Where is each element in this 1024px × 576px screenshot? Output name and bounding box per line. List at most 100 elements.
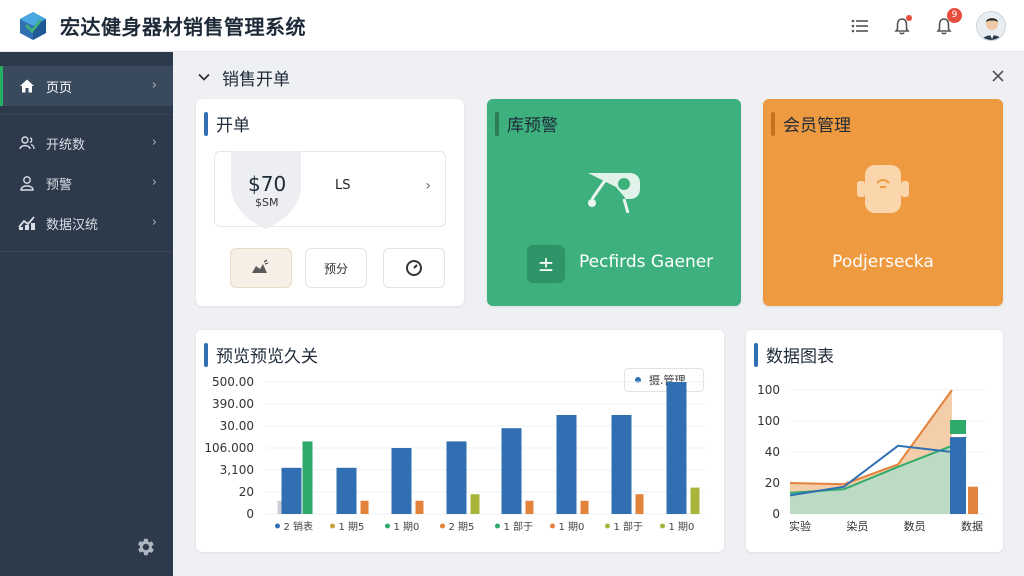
bar bbox=[635, 494, 644, 514]
member-card[interactable]: 会员管理 Podjersecka bbox=[763, 99, 1003, 306]
sidebar-item-label: 开统数 bbox=[46, 137, 86, 153]
bar bbox=[968, 486, 978, 514]
sidebar-item-label: 页页 bbox=[46, 80, 73, 96]
x-tick-dot bbox=[275, 523, 280, 529]
chevron-right-icon: › bbox=[151, 135, 157, 150]
bar bbox=[302, 441, 313, 514]
x-tick-dot bbox=[385, 523, 390, 529]
x-tick-dot bbox=[660, 523, 665, 529]
app-logo bbox=[20, 11, 46, 40]
x-tick-dot bbox=[330, 523, 335, 529]
y-tick-label: 20 bbox=[239, 485, 254, 499]
y-tick-label: 20 bbox=[765, 476, 780, 490]
sports-equipment-icon bbox=[588, 173, 640, 213]
order-price: $70 bbox=[248, 172, 287, 196]
divider bbox=[0, 114, 173, 115]
order-card: 开单 $70 $SM LS › 预分 bbox=[196, 99, 464, 306]
user-icon bbox=[18, 174, 36, 192]
sidebar-item-label: 预警 bbox=[46, 177, 73, 193]
gear-icon[interactable] bbox=[134, 536, 156, 558]
sidebar: 页页 › 开统数 › 预警 › 数据汉统 › bbox=[0, 52, 173, 576]
chevron-down-icon[interactable] bbox=[196, 69, 212, 85]
card-title: 会员管理 bbox=[771, 111, 851, 136]
gauge-icon bbox=[406, 260, 422, 276]
y-tick-label: 100 bbox=[757, 383, 780, 397]
x-tick-label: 2 期5 bbox=[449, 521, 475, 533]
bar bbox=[415, 500, 424, 514]
x-tick-label: 实验 bbox=[789, 519, 811, 533]
x-tick-label: 1 期0 bbox=[669, 521, 695, 533]
sidebar-item-stats[interactable]: 开统数 › bbox=[0, 123, 173, 163]
notification-badge: 9 bbox=[947, 8, 962, 23]
bar bbox=[360, 500, 369, 514]
cart-icon bbox=[252, 259, 269, 273]
y-tick-label: 0 bbox=[246, 507, 254, 521]
bar bbox=[501, 428, 522, 514]
card-title: 库预警 bbox=[495, 111, 558, 136]
sidebar-item-alert[interactable]: 预警 › bbox=[0, 163, 173, 203]
order-summary[interactable]: $70 $SM LS › bbox=[214, 151, 446, 229]
alert-bell-icon[interactable]: 9 bbox=[934, 8, 962, 36]
bar bbox=[446, 441, 467, 514]
stock-alert-label: Pecfirds Gaener bbox=[579, 252, 714, 272]
y-tick-label: 0 bbox=[772, 507, 780, 521]
bar bbox=[525, 500, 534, 514]
y-tick-label: 40 bbox=[765, 445, 780, 459]
bar bbox=[277, 500, 282, 514]
bar bbox=[690, 487, 700, 514]
bar bbox=[336, 467, 357, 514]
data-icon bbox=[18, 214, 36, 232]
divider bbox=[0, 251, 173, 252]
split-button[interactable]: 预分 bbox=[305, 248, 367, 288]
x-tick-dot bbox=[440, 523, 445, 529]
x-tick-label: 2 销表 bbox=[284, 520, 314, 533]
y-tick-label: 30.00 bbox=[220, 419, 254, 433]
list-icon[interactable] bbox=[850, 16, 870, 36]
order-label: LS bbox=[335, 178, 351, 193]
card-title: 开单 bbox=[204, 111, 250, 136]
page-title: 销售开单 bbox=[222, 69, 290, 90]
x-tick-label: 数员 bbox=[904, 520, 926, 533]
home-icon bbox=[18, 77, 36, 95]
x-tick-label: 数据 bbox=[961, 519, 983, 533]
bar bbox=[611, 415, 632, 514]
bar-chart: 500.00 390.00 30.00 106.000 3,100 20 0 2 销表 1 期5… bbox=[204, 375, 706, 533]
bar-chart-card: 预览预览久关 摄.管理 500.00 390.00 30.00 106.000 3,10… bbox=[196, 330, 724, 552]
sidebar-item-data[interactable]: 数据汉统 › bbox=[0, 203, 173, 243]
area-chart-card: 数据图表 100 100 40 20 0 实验 染员 数员 数据 bbox=[746, 330, 1003, 552]
x-tick-label: 染员 bbox=[846, 519, 868, 533]
app-title: 宏达健身器材销售管理系统 bbox=[60, 15, 306, 39]
x-tick-label: 1 部于 bbox=[504, 520, 534, 533]
notification-dot bbox=[906, 15, 912, 21]
chevron-right-icon: › bbox=[151, 78, 157, 93]
bar bbox=[950, 437, 966, 514]
sidebar-item-home[interactable]: 页页 › bbox=[0, 66, 173, 106]
x-tick-dot bbox=[605, 523, 610, 529]
cart-button[interactable] bbox=[230, 248, 292, 288]
page-header: 销售开单 bbox=[190, 62, 1016, 92]
close-icon[interactable] bbox=[990, 68, 1006, 84]
y-tick-label: 500.00 bbox=[212, 375, 254, 389]
chevron-right-icon: › bbox=[425, 178, 431, 194]
bell-icon[interactable] bbox=[892, 15, 912, 36]
bar bbox=[391, 448, 412, 514]
bar bbox=[281, 467, 302, 514]
y-tick-label: 106.000 bbox=[204, 441, 254, 455]
plus-minus-icon[interactable]: ± bbox=[527, 245, 565, 283]
member-label: Podjersecka bbox=[832, 252, 934, 272]
avatar[interactable] bbox=[976, 11, 1006, 41]
gauge-button[interactable] bbox=[383, 248, 445, 288]
stock-alert-card[interactable]: 库预警 ± Pecfirds Gaener bbox=[487, 99, 741, 306]
x-tick-label: 1 期5 bbox=[339, 521, 365, 533]
chevron-right-icon: › bbox=[151, 215, 157, 230]
bar bbox=[556, 415, 577, 514]
users-icon bbox=[18, 134, 36, 152]
x-tick-dot bbox=[550, 523, 555, 529]
order-price-sub: $SM bbox=[255, 196, 279, 209]
x-tick-label: 1 期0 bbox=[559, 521, 585, 533]
x-tick-dot bbox=[495, 523, 500, 529]
y-tick-label: 390.00 bbox=[212, 397, 254, 411]
chevron-right-icon: › bbox=[151, 175, 157, 190]
x-tick-label: 1 部于 bbox=[614, 520, 644, 533]
bar bbox=[470, 494, 480, 514]
